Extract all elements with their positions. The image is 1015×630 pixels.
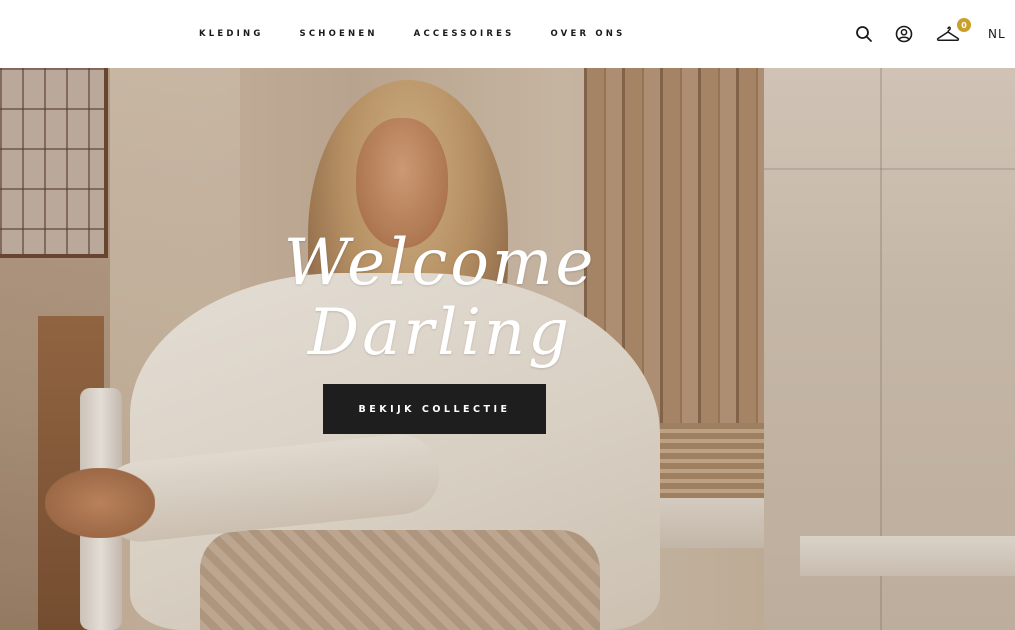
- nav-item-accessoires[interactable]: ACCESSOIRES: [414, 29, 515, 39]
- site-header: KLEDING SCHOENEN ACCESSOIRES OVER ONS 0 …: [0, 0, 1015, 68]
- hero-banner: Welcome Darling BEKIJK COLLECTIE: [0, 68, 1015, 630]
- nav-item-over-ons[interactable]: OVER ONS: [550, 29, 625, 39]
- search-icon[interactable]: [852, 22, 876, 46]
- account-icon[interactable]: [892, 22, 916, 46]
- view-collection-button[interactable]: BEKIJK COLLECTIE: [323, 384, 546, 434]
- nav-item-schoenen[interactable]: SCHOENEN: [300, 29, 378, 39]
- cart-count-badge: 0: [957, 18, 971, 32]
- hero-headline: Welcome Darling: [283, 226, 597, 371]
- main-nav: KLEDING SCHOENEN ACCESSOIRES OVER ONS: [199, 0, 661, 68]
- nav-item-kleding[interactable]: KLEDING: [199, 29, 264, 39]
- language-switcher[interactable]: NL: [988, 27, 1006, 41]
